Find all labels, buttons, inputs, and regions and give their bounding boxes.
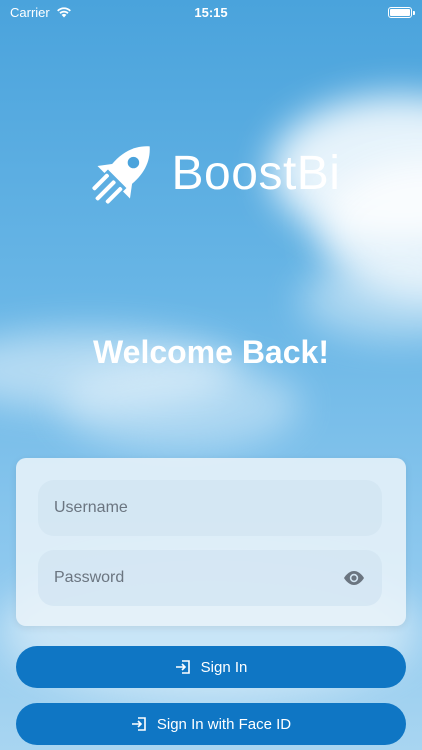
sign-in-button[interactable]: Sign In: [16, 646, 406, 688]
battery-level: [390, 8, 410, 16]
face-id-sign-in-button[interactable]: Sign In with Face ID: [16, 703, 406, 745]
sign-in-icon: [131, 717, 146, 731]
battery-icon: [388, 6, 415, 18]
carrier-label: Carrier: [10, 4, 50, 20]
password-field[interactable]: [38, 550, 382, 606]
brand-name: BoostBi: [171, 146, 341, 200]
password-input[interactable]: [54, 569, 342, 587]
sky-background: [0, 0, 422, 750]
status-bar: Carrier 15:15: [0, 0, 422, 24]
sign-in-label: Sign In: [200, 658, 248, 676]
face-id-sign-in-label: Sign In with Face ID: [156, 715, 292, 733]
rocket-icon: [91, 146, 150, 204]
eye-icon[interactable]: [342, 566, 366, 590]
username-field[interactable]: [38, 480, 382, 536]
cloud: [60, 360, 300, 450]
cloud: [300, 260, 422, 340]
login-form: [16, 458, 406, 626]
welcome-heading: Welcome Back!: [93, 334, 329, 370]
brand-logo: BoostBi: [0, 132, 422, 214]
sign-in-icon: [175, 660, 190, 674]
wifi-icon: [56, 7, 71, 18]
username-input[interactable]: [54, 499, 366, 517]
status-left: Carrier: [10, 5, 72, 20]
